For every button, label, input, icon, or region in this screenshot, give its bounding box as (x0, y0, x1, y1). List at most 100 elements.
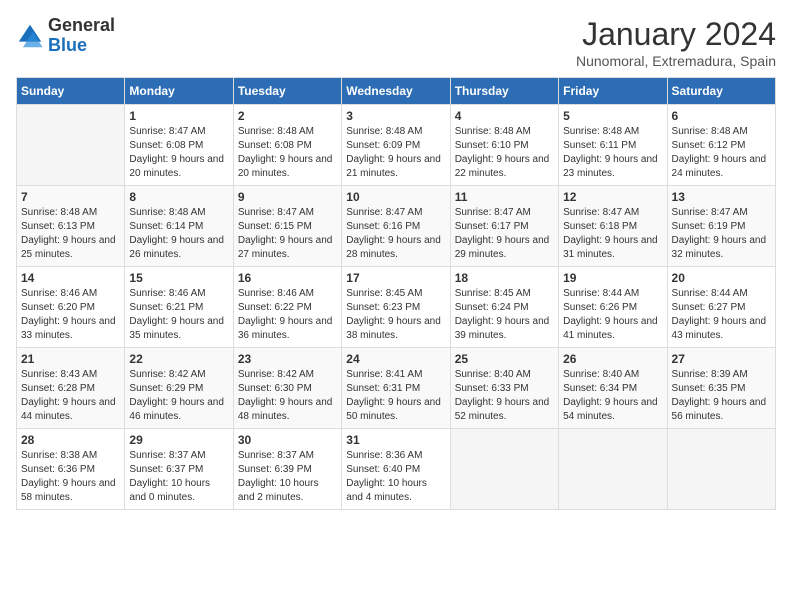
day-info: Sunrise: 8:40 AMSunset: 6:33 PMDaylight:… (455, 368, 554, 424)
day-number: 5 (563, 109, 662, 123)
calendar-cell: 28 Sunrise: 8:38 AMSunset: 6:36 PMDayligh… (17, 429, 125, 510)
calendar-cell: 7 Sunrise: 8:48 AMSunset: 6:13 PMDaylight… (17, 186, 125, 267)
day-number: 22 (129, 352, 228, 366)
calendar-cell (559, 429, 667, 510)
calendar-cell: 10 Sunrise: 8:47 AMSunset: 6:16 PMDayligh… (342, 186, 450, 267)
day-info: Sunrise: 8:48 AMSunset: 6:08 PMDaylight:… (238, 125, 337, 181)
weekday-header-thursday: Thursday (450, 78, 558, 105)
calendar-cell: 26 Sunrise: 8:40 AMSunset: 6:34 PMDayligh… (559, 348, 667, 429)
day-number: 23 (238, 352, 337, 366)
day-info: Sunrise: 8:43 AMSunset: 6:28 PMDaylight:… (21, 368, 120, 424)
day-number: 8 (129, 190, 228, 204)
calendar-cell: 18 Sunrise: 8:45 AMSunset: 6:24 PMDayligh… (450, 267, 558, 348)
day-info: Sunrise: 8:38 AMSunset: 6:36 PMDaylight:… (21, 449, 120, 505)
day-info: Sunrise: 8:48 AMSunset: 6:12 PMDaylight:… (672, 125, 771, 181)
day-info: Sunrise: 8:40 AMSunset: 6:34 PMDaylight:… (563, 368, 662, 424)
day-number: 28 (21, 433, 120, 447)
calendar-cell (17, 105, 125, 186)
calendar-cell: 20Sunrise: 8:44 AMSunset: 6:27 PMDayligh… (667, 267, 775, 348)
calendar-cell: 23 Sunrise: 8:42 AMSunset: 6:30 PMDayligh… (233, 348, 341, 429)
day-number: 25 (455, 352, 554, 366)
day-info: Sunrise: 8:48 AMSunset: 6:09 PMDaylight:… (346, 125, 445, 181)
day-number: 21 (21, 352, 120, 366)
day-number: 24 (346, 352, 445, 366)
day-number: 27 (672, 352, 771, 366)
day-number: 6 (672, 109, 771, 123)
day-number: 10 (346, 190, 445, 204)
calendar-cell: 8 Sunrise: 8:48 AMSunset: 6:14 PMDaylight… (125, 186, 233, 267)
day-number: 20 (672, 271, 771, 285)
day-info: Sunrise: 8:48 AMSunset: 6:11 PMDaylight:… (563, 125, 662, 181)
day-number: 29 (129, 433, 228, 447)
day-info: Sunrise: 8:45 AMSunset: 6:23 PMDaylight:… (346, 287, 445, 343)
day-info: Sunrise: 8:36 AMSunset: 6:40 PMDaylight:… (346, 449, 445, 505)
calendar-cell: 5 Sunrise: 8:48 AMSunset: 6:11 PMDaylight… (559, 105, 667, 186)
day-info: Sunrise: 8:45 AMSunset: 6:24 PMDaylight:… (455, 287, 554, 343)
location-subtitle: Nunomoral, Extremadura, Spain (576, 53, 776, 69)
day-info: Sunrise: 8:47 AMSunset: 6:15 PMDaylight:… (238, 206, 337, 262)
day-number: 11 (455, 190, 554, 204)
calendar-table: SundayMondayTuesdayWednesdayThursdayFrid… (16, 77, 776, 510)
day-info: Sunrise: 8:48 AMSunset: 6:14 PMDaylight:… (129, 206, 228, 262)
day-number: 13 (672, 190, 771, 204)
weekday-header-friday: Friday (559, 78, 667, 105)
calendar-cell: 29 Sunrise: 8:37 AMSunset: 6:37 PMDayligh… (125, 429, 233, 510)
day-number: 17 (346, 271, 445, 285)
calendar-cell: 16 Sunrise: 8:46 AMSunset: 6:22 PMDayligh… (233, 267, 341, 348)
day-number: 16 (238, 271, 337, 285)
calendar-cell: 25 Sunrise: 8:40 AMSunset: 6:33 PMDayligh… (450, 348, 558, 429)
day-number: 14 (21, 271, 120, 285)
weekday-header-tuesday: Tuesday (233, 78, 341, 105)
weekday-header-monday: Monday (125, 78, 233, 105)
day-info: Sunrise: 8:47 AMSunset: 6:16 PMDaylight:… (346, 206, 445, 262)
day-number: 3 (346, 109, 445, 123)
page-header: General Blue January 2024 Nunomoral, Ext… (16, 16, 776, 69)
day-info: Sunrise: 8:41 AMSunset: 6:31 PMDaylight:… (346, 368, 445, 424)
day-info: Sunrise: 8:47 AMSunset: 6:18 PMDaylight:… (563, 206, 662, 262)
weekday-header-saturday: Saturday (667, 78, 775, 105)
day-number: 1 (129, 109, 228, 123)
day-number: 2 (238, 109, 337, 123)
calendar-cell: 1Sunrise: 8:47 AMSunset: 6:08 PMDaylight… (125, 105, 233, 186)
calendar-cell: 2 Sunrise: 8:48 AMSunset: 6:08 PMDaylight… (233, 105, 341, 186)
calendar-cell: 24 Sunrise: 8:41 AMSunset: 6:31 PMDayligh… (342, 348, 450, 429)
calendar-cell (450, 429, 558, 510)
calendar-cell: 14 Sunrise: 8:46 AMSunset: 6:20 PMDayligh… (17, 267, 125, 348)
calendar-cell: 6 Sunrise: 8:48 AMSunset: 6:12 PMDaylight… (667, 105, 775, 186)
day-info: Sunrise: 8:47 AMSunset: 6:19 PMDaylight:… (672, 206, 771, 262)
day-number: 15 (129, 271, 228, 285)
day-number: 9 (238, 190, 337, 204)
day-info: Sunrise: 8:37 AMSunset: 6:39 PMDaylight:… (238, 449, 337, 505)
day-info: Sunrise: 8:42 AMSunset: 6:30 PMDaylight:… (238, 368, 337, 424)
day-number: 18 (455, 271, 554, 285)
day-info: Sunrise: 8:46 AMSunset: 6:20 PMDaylight:… (21, 287, 120, 343)
calendar-cell: 17 Sunrise: 8:45 AMSunset: 6:23 PMDayligh… (342, 267, 450, 348)
day-number: 7 (21, 190, 120, 204)
day-number: 12 (563, 190, 662, 204)
day-info: Sunrise: 8:46 AMSunset: 6:21 PMDaylight:… (129, 287, 228, 343)
day-info: Sunrise: 8:39 AMSunset: 6:35 PMDaylight:… (672, 368, 771, 424)
day-number: 26 (563, 352, 662, 366)
day-info: Sunrise: 8:47 AMSunset: 6:17 PMDaylight:… (455, 206, 554, 262)
day-number: 30 (238, 433, 337, 447)
day-info: Sunrise: 8:44 AMSunset: 6:26 PMDaylight:… (563, 287, 662, 343)
day-number: 4 (455, 109, 554, 123)
logo-blue-text: Blue (48, 35, 87, 55)
day-info: Sunrise: 8:48 AMSunset: 6:13 PMDaylight:… (21, 206, 120, 262)
logo-icon (16, 22, 44, 50)
weekday-header-wednesday: Wednesday (342, 78, 450, 105)
calendar-cell: 22Sunrise: 8:42 AMSunset: 6:29 PMDayligh… (125, 348, 233, 429)
day-info: Sunrise: 8:46 AMSunset: 6:22 PMDaylight:… (238, 287, 337, 343)
calendar-cell: 27 Sunrise: 8:39 AMSunset: 6:35 PMDayligh… (667, 348, 775, 429)
title-block: January 2024 Nunomoral, Extremadura, Spa… (576, 16, 776, 69)
day-info: Sunrise: 8:37 AMSunset: 6:37 PMDaylight:… (129, 449, 228, 505)
calendar-cell: 4Sunrise: 8:48 AMSunset: 6:10 PMDaylight… (450, 105, 558, 186)
calendar-cell: 31Sunrise: 8:36 AMSunset: 6:40 PMDayligh… (342, 429, 450, 510)
calendar-cell: 19Sunrise: 8:44 AMSunset: 6:26 PMDayligh… (559, 267, 667, 348)
calendar-cell: 11 Sunrise: 8:47 AMSunset: 6:17 PMDayligh… (450, 186, 558, 267)
calendar-cell: 3 Sunrise: 8:48 AMSunset: 6:09 PMDaylight… (342, 105, 450, 186)
month-title: January 2024 (576, 16, 776, 53)
calendar-cell: 30 Sunrise: 8:37 AMSunset: 6:39 PMDayligh… (233, 429, 341, 510)
logo-general-text: General (48, 15, 115, 35)
weekday-header-sunday: Sunday (17, 78, 125, 105)
